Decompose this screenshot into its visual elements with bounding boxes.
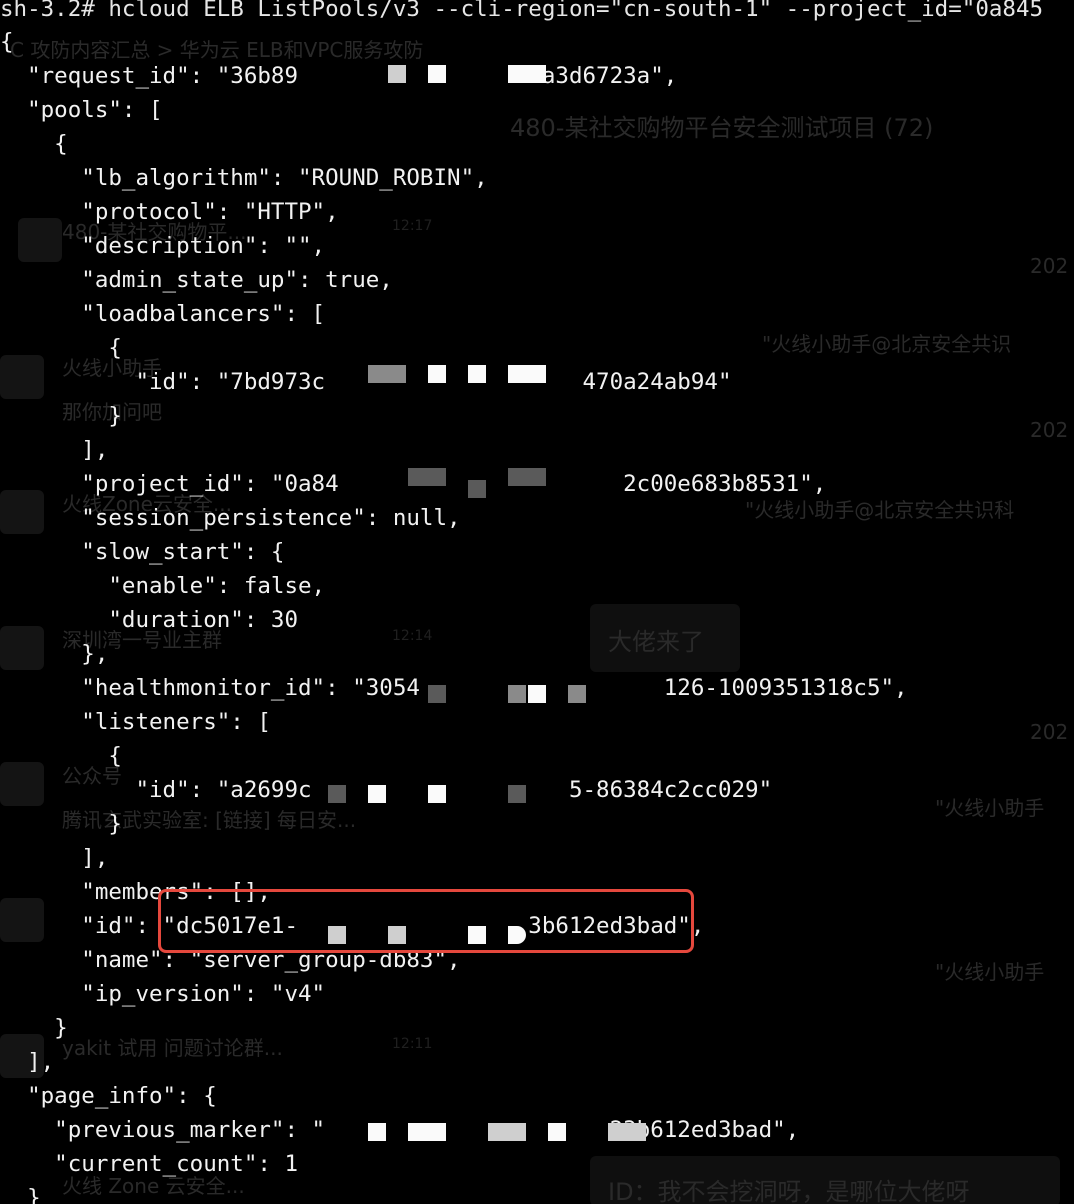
ghost-year: 202 [1030,254,1069,278]
redaction-block [468,365,486,383]
output-line: "enable": false, [0,573,326,599]
redaction-block [428,685,446,703]
output-line: "admin_state_up": true, [0,267,393,293]
redaction-block [508,365,546,383]
ghost-chat-time: 12:17 [392,218,433,234]
output-line: "session_persistence": null, [0,505,461,531]
output-line: } [0,811,122,837]
output-line: { [0,131,68,157]
ghost-chat-title: 480-某社交购物平台安全测试项目 (72) [510,114,934,142]
output-line: ], [0,845,109,871]
output-line: "id": "a2699c 5-86384c2cc029" [0,777,773,803]
ghost-year: 202 [1030,720,1069,744]
ghost-message: "火线小助手 [935,960,1045,984]
ghost-message: "火线小助手 [935,796,1045,820]
redaction-block [508,65,546,83]
output-line: "request_id": "36b89 a3d6723a", [0,63,678,89]
output-line: "previous_marker": " 23b612ed3bad", [0,1117,800,1143]
output-line: "id": "7bd973c 470a24ab94" [0,369,732,395]
command-line: sh-3.2# hcloud ELB ListPools/v3 --cli-re… [0,0,1044,22]
output-line: "lb_algorithm": "ROUND_ROBIN", [0,165,488,191]
redaction-block [408,1123,446,1141]
redaction-block [528,685,546,703]
output-line: "pools": [ [0,97,163,123]
output-line: { [0,29,14,55]
ghost-year: 202 [1030,418,1069,442]
redaction-block [508,785,526,803]
output-line: { [0,335,122,361]
redaction-block [368,1123,386,1141]
output-line: ], [0,1049,55,1075]
output-line: } [0,1015,68,1041]
redaction-block [368,365,406,383]
redaction-block [428,65,446,83]
output-line: ], [0,437,109,463]
ghost-chat-time: 12:11 [392,1036,433,1052]
ghost-message: 大佬来了 [608,628,704,656]
output-line: "slow_start": { [0,539,285,565]
ghost-chat-time: 12:14 [392,628,433,644]
redaction-block [468,480,486,498]
output-line: "duration": 30 [0,607,299,633]
output-line: { [0,743,122,769]
ghost-message: "火线小助手@北京安全共识 [762,332,1012,356]
redaction-block [508,468,546,486]
output-line: "ip_version": "v4" [0,981,326,1007]
redaction-block [328,785,346,803]
redaction-block [388,65,406,83]
output-line: } [0,403,122,429]
terminal-window[interactable]: C 攻防内容汇总 > 华为云 ELB和VPC服务攻防 480-某社交购物平台安全… [0,0,1074,1204]
redaction-block [428,365,446,383]
output-line: "current_count": 1 [0,1151,299,1177]
redaction-block [368,785,386,803]
output-line: "loadbalancers": [ [0,301,326,327]
output-line: } [0,1185,41,1204]
ghost-message: ID：我不会挖洞呀，是哪位大佬呀 [608,1178,970,1204]
redaction-block [408,468,446,486]
redaction-block [488,1123,526,1141]
redaction-block [508,685,526,703]
redaction-block [568,685,586,703]
redaction-block [608,1123,646,1141]
output-line: "page_info": { [0,1083,217,1109]
ghost-chat-name: yakit 试用 问题讨论群... [62,1036,283,1060]
output-line: "listeners": [ [0,709,271,735]
redaction-block [548,1123,566,1141]
output-line: "healthmonitor_id": "3054 126-1009351318… [0,675,908,701]
redaction-block [428,785,446,803]
output-line: }, [0,641,109,667]
output-line: "description": "", [0,233,326,259]
highlight-box [158,889,694,953]
output-line: "protocol": "HTTP", [0,199,339,225]
